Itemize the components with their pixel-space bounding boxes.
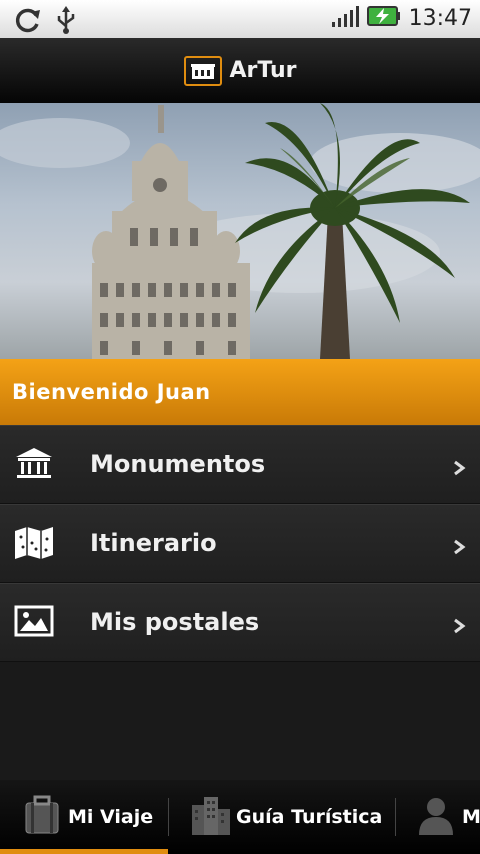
app-header: ArTur bbox=[0, 38, 480, 103]
monument-icon bbox=[14, 446, 54, 482]
chevron-right-icon bbox=[452, 618, 466, 634]
empty-area bbox=[0, 662, 480, 780]
buildings-icon bbox=[190, 795, 232, 839]
menu-item-monumentos[interactable]: Monumentos bbox=[0, 425, 480, 504]
main-menu: Monumentos Itinerario Mis postales bbox=[0, 425, 480, 662]
menu-item-label: Mis postales bbox=[90, 608, 260, 636]
hero-image bbox=[0, 103, 480, 359]
menu-item-mis-postales[interactable]: Mis postales bbox=[0, 583, 480, 662]
selected-tab-indicator bbox=[0, 849, 168, 854]
usb-icon bbox=[56, 6, 76, 38]
battery-charging-icon bbox=[366, 5, 401, 31]
tab-label: M bbox=[462, 806, 480, 828]
tab-guia-turistica[interactable]: Guía Turística bbox=[190, 780, 382, 854]
tab-divider bbox=[395, 798, 396, 836]
tab-divider bbox=[168, 798, 169, 836]
tab-label: Mi Viaje bbox=[68, 806, 154, 828]
map-icon bbox=[14, 525, 54, 561]
bottom-tab-bar: Mi Viaje Guía Turística M bbox=[0, 780, 480, 854]
sync-icon bbox=[14, 6, 42, 38]
tab-label: Guía Turística bbox=[236, 806, 383, 828]
signal-icon bbox=[331, 4, 359, 32]
tab-mi-viaje[interactable]: Mi Viaje bbox=[22, 780, 153, 854]
status-bar: 13:47 bbox=[0, 0, 480, 38]
tab-third[interactable]: M bbox=[416, 780, 480, 854]
clock: 13:47 bbox=[408, 5, 472, 31]
app-logo-icon bbox=[183, 55, 222, 86]
menu-item-label: Monumentos bbox=[90, 450, 266, 478]
menu-item-itinerario[interactable]: Itinerario bbox=[0, 504, 480, 583]
picture-icon bbox=[14, 604, 54, 640]
chevron-right-icon bbox=[452, 460, 466, 476]
suitcase-icon bbox=[22, 795, 62, 839]
app-title: ArTur bbox=[229, 58, 297, 83]
person-icon bbox=[416, 795, 456, 839]
menu-item-label: Itinerario bbox=[90, 529, 217, 557]
welcome-banner: Bienvenido Juan bbox=[0, 359, 480, 425]
welcome-text: Bienvenido Juan bbox=[12, 380, 211, 404]
chevron-right-icon bbox=[452, 539, 466, 555]
